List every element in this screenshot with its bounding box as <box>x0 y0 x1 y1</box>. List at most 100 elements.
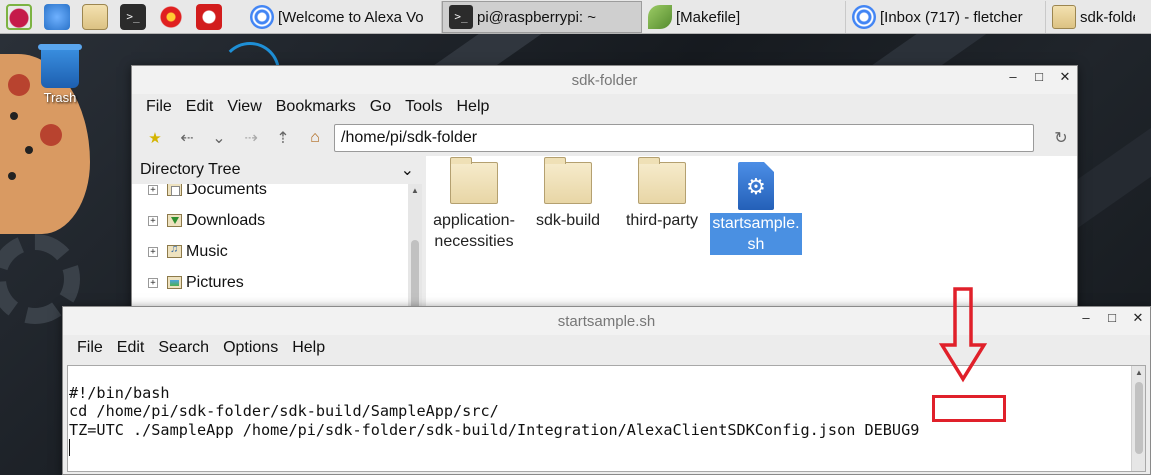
code-line: cd /home/pi/sdk-folder/sdk-build/SampleA… <box>69 402 499 420</box>
menu-file[interactable]: File <box>70 339 110 357</box>
task-makefile-editor[interactable]: [Makefile] <box>642 1 846 33</box>
text-editor-window: startsample.sh – □ ✕ File Edit Search Op… <box>62 306 1151 475</box>
raspberry-icon <box>6 3 32 30</box>
menu-search[interactable]: Search <box>151 339 216 357</box>
minimize-button[interactable]: – <box>1080 311 1092 325</box>
tree-item-pictures[interactable]: + Pictures <box>132 267 408 298</box>
wolf-icon <box>196 3 222 30</box>
maximize-button[interactable]: □ <box>1106 311 1118 325</box>
starburst-icon <box>158 3 184 30</box>
tree-item-label: Documents <box>186 184 267 198</box>
menu-file[interactable]: File <box>139 98 179 116</box>
terminal-launcher[interactable]: >_ <box>114 0 152 34</box>
editor-scrollbar[interactable]: ▲ <box>1131 366 1145 471</box>
file-manager-body: Directory Tree ⌄ + Documents + Downloads… <box>132 156 1077 324</box>
menu-tools[interactable]: Tools <box>398 98 449 116</box>
back-button[interactable]: ⇠ <box>174 125 200 151</box>
scrollbar-thumb[interactable] <box>1135 382 1143 454</box>
tree-item-downloads[interactable]: + Downloads <box>132 205 408 236</box>
code-line: #!/bin/bash <box>69 383 170 402</box>
file-item-third-party[interactable]: third-party <box>616 157 708 231</box>
menu-help[interactable]: Help <box>285 339 332 357</box>
history-dropdown-button[interactable]: ⌄ <box>206 125 232 151</box>
folder-icon <box>544 157 592 204</box>
menu-bookmarks[interactable]: Bookmarks <box>269 98 363 116</box>
scroll-up-icon[interactable]: ▲ <box>1132 366 1146 380</box>
file-name: application- necessities <box>433 212 515 250</box>
code-content[interactable]: #!/bin/bash cd /home/pi/sdk-folder/sdk-bu… <box>69 365 1129 475</box>
scroll-up-icon[interactable]: ▲ <box>408 184 422 198</box>
text-caret <box>69 439 70 456</box>
trash-desktop-icon[interactable]: Trash <box>30 44 90 105</box>
maximize-button[interactable]: □ <box>1033 70 1045 84</box>
task-label: [Makefile] <box>676 8 741 26</box>
tree-item-documents[interactable]: + Documents <box>132 184 408 205</box>
menu-bar: File Edit View Bookmarks Go Tools Help <box>132 94 1077 120</box>
chevron-down-icon: ⌄ <box>400 162 414 179</box>
task-alexa-browser[interactable]: [Welcome to Alexa Vo <box>244 1 442 33</box>
folder-icon <box>82 3 108 30</box>
documents-icon <box>167 184 182 196</box>
tree-item-label: Music <box>186 242 228 260</box>
menu-go[interactable]: Go <box>363 98 398 116</box>
tree-item-label: Pictures <box>186 273 244 291</box>
navigation-toolbar: ★ ⇠ ⌄ ⇢ ⇡ ⌂ ↻ <box>132 120 1077 156</box>
file-manager-window: sdk-folder – □ ✕ File Edit View Bookmark… <box>131 65 1078 325</box>
tree-scrollbar[interactable]: ▲ <box>408 184 422 324</box>
menu-options[interactable]: Options <box>216 339 285 357</box>
menu-bar: File Edit Search Options Help <box>63 335 1150 361</box>
path-input[interactable] <box>334 124 1034 152</box>
music-icon <box>167 243 182 258</box>
home-button[interactable]: ⌂ <box>302 125 328 151</box>
task-inbox-browser[interactable]: [Inbox (717) - fletcher <box>846 1 1046 33</box>
tree-item-label: Downloads <box>186 211 266 229</box>
file-name: sdk-build <box>535 212 601 229</box>
minimize-button[interactable]: – <box>1007 70 1019 84</box>
leafpad-icon <box>648 5 672 29</box>
up-button[interactable]: ⇡ <box>270 125 296 151</box>
globe-icon <box>44 3 70 30</box>
pictures-icon <box>167 276 182 289</box>
file-item-application-necessities[interactable]: application- necessities <box>428 157 520 252</box>
file-item-startsample-sh[interactable]: ⚙ startsample. sh <box>710 162 802 255</box>
go-button[interactable]: ↻ <box>1048 125 1074 151</box>
code-line: TZ=UTC ./SampleApp /home/pi/sdk-folder/s… <box>69 420 920 439</box>
directory-tree: + Documents + Downloads + Music + <box>132 184 408 324</box>
expand-icon[interactable]: + <box>148 184 158 195</box>
expand-icon[interactable]: + <box>148 215 158 226</box>
web-browser-launcher[interactable] <box>38 0 76 34</box>
file-manager-launcher[interactable] <box>76 0 114 34</box>
close-button[interactable]: ✕ <box>1132 311 1144 325</box>
menu-edit[interactable]: Edit <box>110 339 152 357</box>
text-area[interactable]: #!/bin/bash cd /home/pi/sdk-folder/sdk-bu… <box>67 365 1146 472</box>
mathematica-launcher[interactable] <box>152 0 190 34</box>
downloads-icon <box>167 214 182 227</box>
wallpaper-olive <box>10 112 18 120</box>
forward-button[interactable]: ⇢ <box>238 125 264 151</box>
terminal-icon: >_ <box>449 5 473 29</box>
window-titlebar[interactable]: sdk-folder – □ ✕ <box>132 66 1077 94</box>
file-name: third-party <box>625 212 699 229</box>
folder-icon <box>1052 5 1076 29</box>
new-tab-button[interactable]: ★ <box>142 125 168 151</box>
file-item-sdk-build[interactable]: sdk-build <box>522 157 614 231</box>
raspberry-menu-button[interactable] <box>0 0 38 34</box>
file-name: startsample. sh <box>710 213 802 255</box>
task-sdk-folder[interactable]: sdk-folde <box>1046 1 1141 33</box>
task-label: [Welcome to Alexa Vo <box>278 8 424 26</box>
folder-icon <box>638 157 686 204</box>
close-button[interactable]: ✕ <box>1059 70 1071 84</box>
tree-item-music[interactable]: + Music <box>132 236 408 267</box>
task-terminal[interactable]: >_ pi@raspberrypi: ~ <box>442 1 642 33</box>
expand-icon[interactable]: + <box>148 277 158 288</box>
wolfram-launcher[interactable] <box>190 0 228 34</box>
up-arrow-icon: ⇡ <box>276 130 290 147</box>
window-titlebar[interactable]: startsample.sh – □ ✕ <box>63 307 1150 335</box>
menu-help[interactable]: Help <box>449 98 496 116</box>
expand-icon[interactable]: + <box>148 246 158 257</box>
script-gear-icon: ⚙ <box>738 162 774 210</box>
side-panel-selector[interactable]: Directory Tree ⌄ <box>132 156 422 184</box>
menu-view[interactable]: View <box>220 98 268 116</box>
menu-edit[interactable]: Edit <box>179 98 221 116</box>
task-label: [Inbox (717) - fletcher <box>880 8 1023 26</box>
